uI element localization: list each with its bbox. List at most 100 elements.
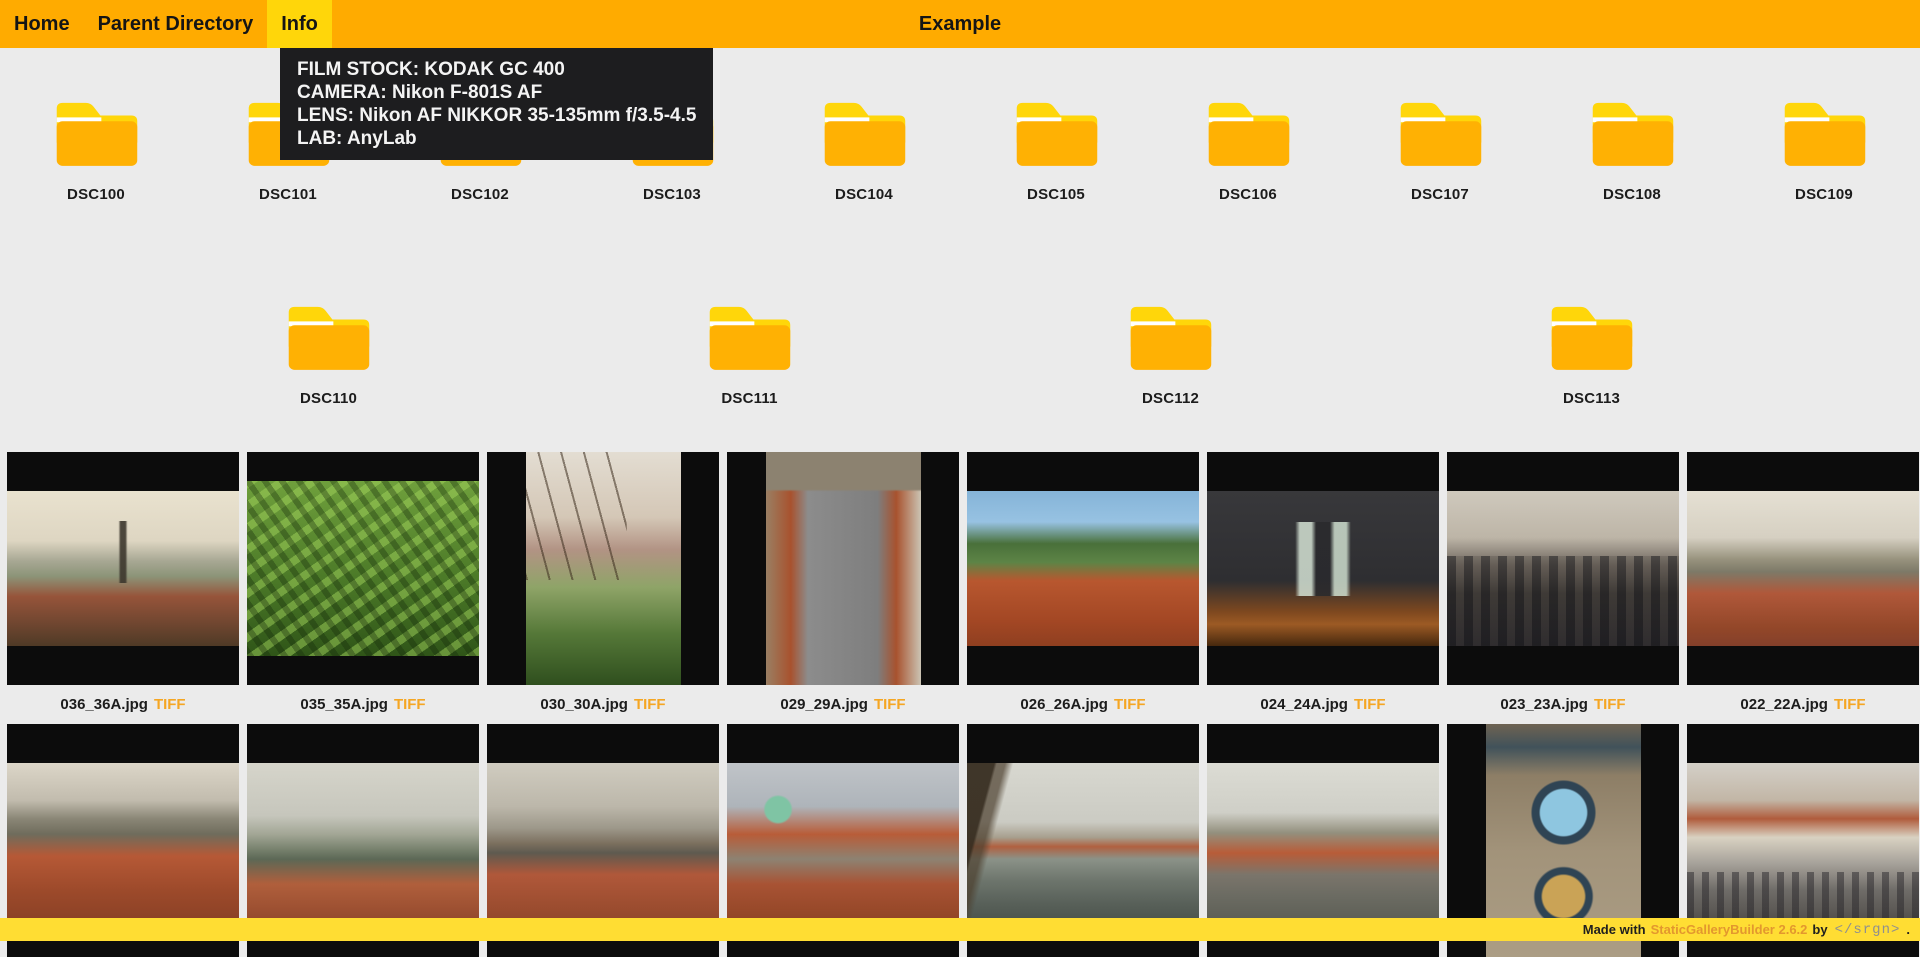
folder-row-2: DSC110 DSC111 DSC112 DSC113 bbox=[0, 296, 1920, 408]
thumbnail[interactable]: 035_35A.jpg TIFF bbox=[247, 452, 479, 724]
thumbnail[interactable]: 030_30A.jpg TIFF bbox=[487, 452, 719, 724]
thumbnail-frame bbox=[967, 452, 1199, 685]
thumbnail-image-foggy-river bbox=[247, 763, 479, 918]
folder-item-dsc111[interactable]: DSC111 bbox=[654, 296, 846, 408]
thumbnail-filename: 026_26A.jpg bbox=[1020, 696, 1108, 713]
thumbnail-image-night-towers bbox=[1207, 491, 1439, 646]
thumbnail-image-foliage bbox=[247, 481, 479, 656]
folder-item-dsc110[interactable]: DSC110 bbox=[233, 296, 425, 408]
thumbnail-frame bbox=[727, 452, 959, 685]
folder-label: DSC102 bbox=[451, 186, 509, 203]
folder-item-dsc100[interactable]: DSC100 bbox=[0, 92, 192, 204]
thumbnail-label: 030_30A.jpg TIFF bbox=[487, 685, 719, 724]
folder-item-dsc112[interactable]: DSC112 bbox=[1075, 296, 1267, 408]
folder-label: DSC112 bbox=[1141, 390, 1200, 407]
thumbnail-frame bbox=[247, 452, 479, 685]
thumbnail-image-city-spire bbox=[7, 491, 239, 646]
thumbnail-filename: 035_35A.jpg bbox=[300, 696, 388, 713]
thumbnail-label: 029_29A.jpg TIFF bbox=[727, 685, 959, 724]
thumbnail[interactable]: 023_23A.jpg TIFF bbox=[1447, 452, 1679, 724]
thumbnail-label: 035_35A.jpg TIFF bbox=[247, 685, 479, 724]
folder-label: DSC110 bbox=[299, 390, 358, 407]
info-line: CAMERA: Nikon F-801S AF bbox=[297, 82, 543, 103]
folder-item-dsc105[interactable]: DSC105 bbox=[960, 92, 1152, 204]
folder-icon bbox=[1584, 92, 1681, 168]
thumbnail-image-bridge-statue bbox=[967, 763, 1199, 918]
folder-icon bbox=[1543, 296, 1640, 372]
footer-suffix-text: . bbox=[1906, 922, 1910, 937]
folder-label: DSC111 bbox=[721, 390, 778, 407]
nav-item-parent-directory[interactable]: Parent Directory bbox=[84, 0, 268, 48]
info-line: LENS: Nikon AF NIKKOR 35-135mm f/3.5-4.5 bbox=[297, 105, 697, 126]
thumbnail-filename: 023_23A.jpg bbox=[1500, 696, 1588, 713]
thumbnail-frame bbox=[1687, 452, 1919, 685]
thumbnail-format-badge[interactable]: TIFF bbox=[1354, 696, 1386, 713]
thumbnail-image-castle-panorama bbox=[1687, 491, 1919, 646]
folder-icon bbox=[1200, 92, 1297, 168]
thumbnail-frame bbox=[1207, 452, 1439, 685]
thumbnail[interactable]: 024_24A.jpg TIFF bbox=[1207, 452, 1439, 724]
folder-label: DSC107 bbox=[1411, 186, 1469, 203]
folder-label: DSC100 bbox=[67, 186, 125, 203]
folder-label: DSC106 bbox=[1219, 186, 1277, 203]
thumbnail-filename: 036_36A.jpg bbox=[60, 696, 148, 713]
footer-made-with-text: Made with bbox=[1582, 922, 1646, 937]
thumbnail-image-roofs-hill bbox=[967, 491, 1199, 646]
thumbnail-label: 022_22A.jpg TIFF bbox=[1687, 685, 1919, 724]
thumbnail[interactable]: 029_29A.jpg TIFF bbox=[727, 452, 959, 724]
gallery-row-1: 036_36A.jpg TIFF 035_35A.jpg TIFF 030_30A.jp… bbox=[0, 452, 1920, 724]
folder-item-dsc108[interactable]: DSC108 bbox=[1536, 92, 1728, 204]
folder-label: DSC101 bbox=[259, 186, 317, 203]
folder-icon bbox=[1008, 92, 1105, 168]
thumbnail-label: 024_24A.jpg TIFF bbox=[1207, 685, 1439, 724]
folder-label: DSC108 bbox=[1603, 186, 1661, 203]
thumbnail-frame bbox=[7, 452, 239, 685]
thumbnail-format-badge[interactable]: TIFF bbox=[394, 696, 426, 713]
folder-item-dsc113[interactable]: DSC113 bbox=[1496, 296, 1688, 408]
footer-builder-link[interactable]: StaticGalleryBuilder 2.6.2 bbox=[1651, 922, 1808, 937]
thumbnail-filename: 022_22A.jpg bbox=[1740, 696, 1828, 713]
folder-label: DSC109 bbox=[1795, 186, 1853, 203]
nav-items: Home Parent Directory Info bbox=[0, 0, 332, 48]
thumbnail-image-trees-over-city bbox=[525, 452, 681, 685]
folder-label: DSC104 bbox=[835, 186, 893, 203]
footer-by-text: by bbox=[1812, 922, 1828, 937]
folder-icon bbox=[280, 296, 377, 372]
thumbnail-label: 023_23A.jpg TIFF bbox=[1447, 685, 1679, 724]
folder-icon bbox=[1392, 92, 1489, 168]
thumbnail[interactable]: 036_36A.jpg TIFF bbox=[7, 452, 239, 724]
thumbnail-format-badge[interactable]: TIFF bbox=[1114, 696, 1146, 713]
info-line: LAB: AnyLab bbox=[297, 128, 417, 149]
thumbnail-format-badge[interactable]: TIFF bbox=[1834, 696, 1866, 713]
thumbnail-format-badge[interactable]: TIFF bbox=[874, 696, 906, 713]
thumbnail-image-roofs-dome bbox=[727, 763, 959, 918]
folder-item-dsc109[interactable]: DSC109 bbox=[1728, 92, 1920, 204]
thumbnail-image-bridge-crowd bbox=[1447, 491, 1679, 646]
thumbnail-image-square-crowd bbox=[1687, 763, 1919, 918]
folder-item-dsc106[interactable]: DSC106 bbox=[1152, 92, 1344, 204]
thumbnail[interactable]: 022_22A.jpg TIFF bbox=[1687, 452, 1919, 724]
nav-item-info[interactable]: Info bbox=[267, 0, 332, 48]
info-tooltip: FILM STOCK: KODAK GC 400 CAMERA: Nikon F-… bbox=[280, 48, 714, 160]
thumbnail-filename: 030_30A.jpg bbox=[540, 696, 628, 713]
thumbnail-filename: 029_29A.jpg bbox=[780, 696, 868, 713]
footer: Made with StaticGalleryBuilder 2.6.2 by … bbox=[0, 918, 1920, 941]
folder-icon bbox=[1776, 92, 1873, 168]
folder-icon bbox=[816, 92, 913, 168]
folder-icon bbox=[1122, 296, 1219, 372]
folder-item-dsc107[interactable]: DSC107 bbox=[1344, 92, 1536, 204]
thumbnail-frame bbox=[1447, 452, 1679, 685]
thumbnail-filename: 024_24A.jpg bbox=[1260, 696, 1348, 713]
nav-item-home[interactable]: Home bbox=[0, 0, 84, 48]
thumbnail-label: 026_26A.jpg TIFF bbox=[967, 685, 1199, 724]
thumbnail-format-badge[interactable]: TIFF bbox=[154, 696, 186, 713]
thumbnail-image-river-castle bbox=[1207, 763, 1439, 918]
footer-brand-link[interactable]: </srgn> bbox=[1835, 922, 1901, 938]
thumbnail-format-badge[interactable]: TIFF bbox=[1594, 696, 1626, 713]
folder-label: DSC113 bbox=[1562, 390, 1621, 407]
folder-icon bbox=[48, 92, 145, 168]
folder-item-dsc104[interactable]: DSC104 bbox=[768, 92, 960, 204]
folder-label: DSC105 bbox=[1027, 186, 1085, 203]
thumbnail-format-badge[interactable]: TIFF bbox=[634, 696, 666, 713]
thumbnail[interactable]: 026_26A.jpg TIFF bbox=[967, 452, 1199, 724]
